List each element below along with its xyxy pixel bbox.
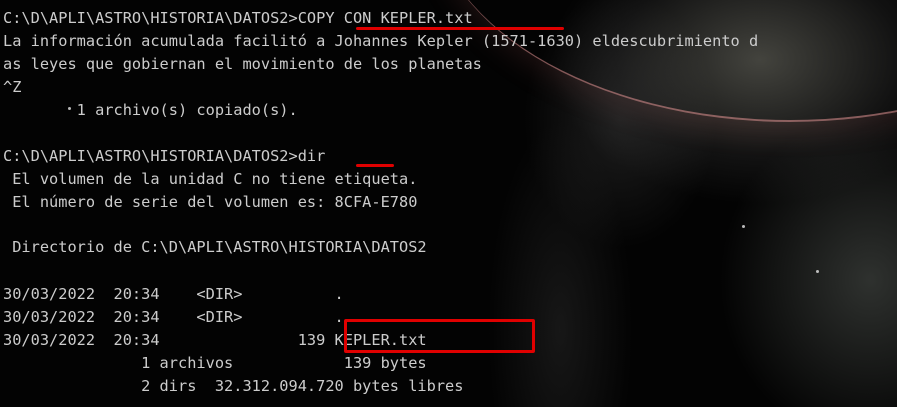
red-underline-copy-command [356, 27, 564, 30]
dir-summary-dirs: 2 dirs 32.312.094.720 bytes libres [3, 377, 464, 395]
console-line-volume: El volumen de la unidad C no tiene etiqu… [3, 170, 418, 188]
dir-entry-parent: 30/03/2022 20:34 <DIR> .. [3, 308, 353, 326]
console-line-text-1: La información acumulada facilitó a Joha… [3, 32, 759, 50]
console-window: C:\D\APLI\ASTRO\HISTORIA\DATOS2>COPY CON… [0, 0, 897, 407]
wallpaper-planet-arc [430, 0, 897, 122]
red-highlight-box-kepler-file [344, 319, 535, 353]
dir-summary-files: 1 archivos 139 bytes [3, 354, 427, 372]
red-underline-dir-command [356, 164, 394, 167]
console-line-eof: ^Z [3, 78, 22, 96]
console-line-copied: 1 archivo(s) copiado(s). [3, 101, 298, 119]
console-line-serial: El número de serie del volumen es: 8CFA-… [3, 193, 418, 211]
dir-entry-current: 30/03/2022 20:34 <DIR> . [3, 285, 344, 303]
console-line-prompt-dir: C:\D\APLI\ASTRO\HISTORIA\DATOS2>dir [3, 147, 326, 165]
console-line-prompt-copy: C:\D\APLI\ASTRO\HISTORIA\DATOS2>COPY CON… [3, 9, 473, 27]
wallpaper-star [742, 225, 745, 228]
console-line-text-2: as leyes que gobiernan el movimiento de … [3, 55, 482, 73]
wallpaper-star [816, 270, 819, 273]
console-line-directory: Directorio de C:\D\APLI\ASTRO\HISTORIA\D… [3, 238, 427, 256]
